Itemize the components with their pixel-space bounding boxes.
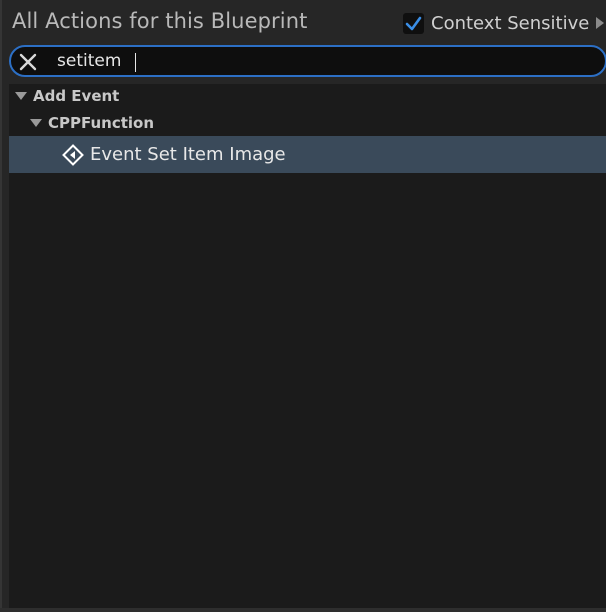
search-input[interactable] [57,50,597,72]
context-sensitive-checkbox[interactable] [403,12,424,34]
context-sensitive-label: Context Sensitive [431,12,590,34]
tree-category-cppfunction[interactable]: CPPFunction [9,111,606,135]
tree-item-event-set-item-image[interactable]: Event Set Item Image [9,136,606,173]
tree-item-label: Event Set Item Image [90,144,286,165]
tree-category-add-event[interactable]: Add Event [9,84,606,108]
context-sensitive-toggle[interactable]: Context Sensitive [403,11,605,35]
clear-search-icon[interactable] [19,53,37,71]
text-caret [135,53,136,72]
panel-bottom-border [0,608,606,612]
panel-title: All Actions for this Blueprint [12,9,308,33]
actions-menu-panel: All Actions for this Blueprint Context S… [0,0,606,612]
action-tree[interactable]: Add Event CPPFunction Event Set Item Ima… [9,84,606,608]
expand-triangle-icon[interactable] [15,92,27,100]
panel-edge [0,0,2,612]
tree-category-label: CPPFunction [48,114,155,132]
tree-category-label: Add Event [33,87,120,105]
chevron-right-icon[interactable] [596,17,605,29]
search-box [9,45,606,77]
panel-header: All Actions for this Blueprint Context S… [0,0,606,44]
expand-triangle-icon[interactable] [30,119,42,127]
checkmark-icon [405,16,422,30]
event-icon [62,143,84,166]
